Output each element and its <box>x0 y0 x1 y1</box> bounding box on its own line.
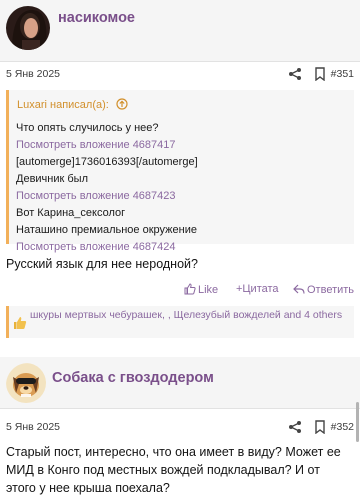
share-icon[interactable] <box>288 67 302 81</box>
reply-icon <box>293 284 305 294</box>
post-author-bar: Собака с гвоздодером <box>0 357 360 409</box>
like-button[interactable]: Like <box>184 283 218 296</box>
user-avatar[interactable] <box>6 363 50 407</box>
quote-label: +Цитата <box>236 283 279 295</box>
thumbs-up-icon <box>184 283 196 295</box>
attachment-link[interactable]: Посмотреть вложение 4687424 <box>16 239 198 256</box>
reactions-bar[interactable]: шкуры мертвых чебурашек, , Щелезубый вож… <box>6 306 354 338</box>
quote-line: Наташино премиальное окружение <box>16 224 197 236</box>
share-icon[interactable] <box>288 420 302 434</box>
quote-button[interactable]: +Цитата <box>236 283 279 295</box>
bookmark-icon[interactable] <box>314 420 326 435</box>
post-author-bar: насикомое <box>0 0 360 62</box>
quote-header[interactable]: Luxari написал(а): <box>17 98 128 111</box>
user-avatar[interactable] <box>6 6 50 50</box>
username[interactable]: насикомое <box>58 10 135 26</box>
reply-label: Ответить <box>307 284 355 296</box>
quote-line: Что опять случилось у нее? <box>16 122 159 134</box>
post-body: Старый пост, интересно, что она имеет в … <box>6 445 341 495</box>
reactions-text[interactable]: шкуры мертвых чебурашек, , Щелезубый вож… <box>30 309 350 322</box>
quote-block: Luxari написал(а): Что опять случилось у… <box>6 90 354 253</box>
post-date[interactable]: 5 Янв 2025 <box>6 421 60 433</box>
quote-line: [automerge]1736016393[/automerge] <box>16 156 198 168</box>
quote-author[interactable]: Luxari написал(а): <box>17 99 109 111</box>
post-meta: 5 Янв 2025 #352 <box>0 417 360 439</box>
post-number[interactable]: #351 <box>331 68 354 80</box>
quote-line: Девичник был <box>16 173 88 185</box>
like-label: Like <box>198 284 219 296</box>
quote-content: Что опять случилось у нее? Посмотреть вло… <box>16 120 198 256</box>
bookmark-icon[interactable] <box>314 67 326 82</box>
post-body: Русский язык для нее неродной? <box>6 257 198 271</box>
post-meta: 5 Янв 2025 #351 <box>0 64 360 86</box>
thumbs-up-reaction-icon <box>13 316 27 330</box>
username[interactable]: Собака с гвоздодером <box>52 370 214 386</box>
attachment-link[interactable]: Посмотреть вложение 4687423 <box>16 188 198 205</box>
post-date[interactable]: 5 Янв 2025 <box>6 68 60 80</box>
arrow-up-circle-icon[interactable] <box>116 98 128 110</box>
scrollbar[interactable] <box>356 402 359 442</box>
quote-line: Вот Карина_сексолог <box>16 207 126 219</box>
reply-button[interactable]: Ответить <box>293 283 354 296</box>
post-number[interactable]: #352 <box>331 421 354 433</box>
attachment-link[interactable]: Посмотреть вложение 4687417 <box>16 137 198 154</box>
